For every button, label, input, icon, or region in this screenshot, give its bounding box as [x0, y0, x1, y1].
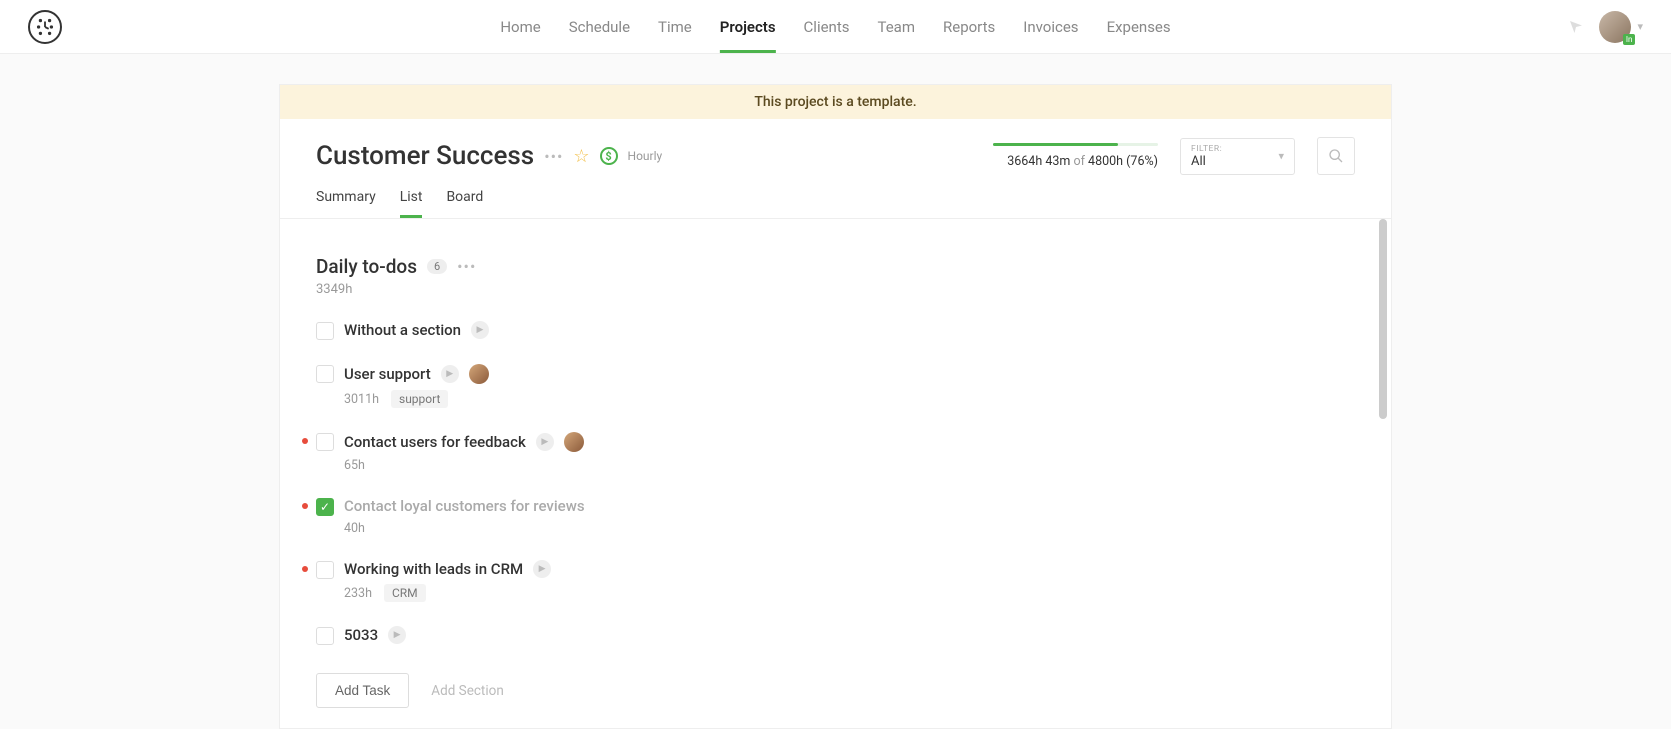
- top-nav: Home Schedule Time Projects Clients Team Repor…: [0, 0, 1671, 54]
- add-task-button[interactable]: Add Task: [316, 673, 409, 708]
- priority-dot-icon: [302, 438, 308, 444]
- view-tab-list[interactable]: List: [400, 189, 423, 218]
- search-button[interactable]: [1317, 137, 1355, 175]
- task-row[interactable]: ✓ Contact loyal customers for reviews 40h: [316, 491, 1355, 546]
- task-checkbox[interactable]: [316, 365, 334, 383]
- section-hours: 3349h: [316, 282, 1355, 297]
- task-row[interactable]: Working with leads in CRM ▶ 233h CRM: [316, 554, 1355, 612]
- avatar-status-badge: In: [1623, 34, 1636, 45]
- task-checkbox[interactable]: ✓: [316, 498, 334, 516]
- task-hours: 233h: [344, 586, 372, 601]
- project-header: Customer Success ••• ☆ $ Hourly 3664h 43…: [280, 119, 1391, 219]
- nav-item-invoices[interactable]: Invoices: [1023, 0, 1078, 53]
- section-title: Daily to-dos: [316, 255, 417, 278]
- filter-dropdown[interactable]: FILTER: All ▾: [1180, 138, 1295, 175]
- task-row[interactable]: 5033 ▶: [316, 620, 1355, 655]
- progress-block: 3664h 43m of 4800h (76%): [993, 143, 1158, 169]
- task-hours: 40h: [344, 521, 365, 536]
- project-title: Customer Success: [316, 141, 534, 171]
- nav-item-schedule[interactable]: Schedule: [569, 0, 630, 53]
- play-icon[interactable]: ▶: [471, 321, 489, 339]
- nav-item-time[interactable]: Time: [658, 0, 692, 53]
- nav-item-clients[interactable]: Clients: [804, 0, 850, 53]
- nav-item-expenses[interactable]: Expenses: [1107, 0, 1171, 53]
- task-hours: 65h: [344, 458, 365, 473]
- section-count-badge: 6: [427, 259, 447, 274]
- nav-item-home[interactable]: Home: [500, 0, 540, 53]
- priority-dot-icon: [302, 566, 308, 572]
- task-checkbox[interactable]: [316, 561, 334, 579]
- task-tag[interactable]: CRM: [384, 584, 426, 602]
- play-icon[interactable]: ▶: [533, 560, 551, 578]
- scrollbar[interactable]: [1379, 219, 1387, 419]
- user-avatar: In: [1599, 11, 1631, 43]
- assignee-avatar[interactable]: [469, 364, 489, 384]
- chevron-down-icon: ▾: [1278, 150, 1284, 163]
- progress-bar: [993, 143, 1158, 146]
- task-checkbox[interactable]: [316, 433, 334, 451]
- rate-type-label: Hourly: [628, 149, 663, 163]
- content-area: Daily to-dos 6 ••• 3349h Without a secti…: [280, 219, 1391, 728]
- progress-text: 3664h 43m of 4800h (76%): [993, 154, 1158, 169]
- play-icon[interactable]: ▶: [536, 433, 554, 451]
- rate-type-icon: $: [600, 147, 618, 165]
- view-tab-board[interactable]: Board: [446, 189, 483, 218]
- app-logo[interactable]: [28, 10, 62, 44]
- task-row[interactable]: User support ▶ 3011h support: [316, 358, 1355, 418]
- task-checkbox[interactable]: [316, 322, 334, 340]
- task-title: User support: [344, 365, 431, 383]
- task-title: Without a section: [344, 321, 461, 339]
- add-section-link[interactable]: Add Section: [431, 683, 503, 699]
- star-icon[interactable]: ☆: [573, 146, 589, 167]
- priority-dot-icon: [302, 503, 308, 509]
- section-header: Daily to-dos 6 •••: [316, 255, 1355, 278]
- project-panel: This project is a template. Customer Suc…: [279, 84, 1392, 729]
- filter-value: All: [1191, 154, 1266, 169]
- nav-item-team[interactable]: Team: [878, 0, 916, 53]
- search-icon: [1328, 148, 1344, 164]
- section-more-icon[interactable]: •••: [457, 257, 476, 276]
- assignee-avatar[interactable]: [564, 432, 584, 452]
- play-icon[interactable]: ▶: [441, 365, 459, 383]
- task-row[interactable]: Without a section ▶: [316, 315, 1355, 350]
- nav-item-projects[interactable]: Projects: [720, 0, 776, 53]
- task-hours: 3011h: [344, 392, 379, 407]
- notifications-icon[interactable]: [1567, 18, 1585, 36]
- chevron-down-icon: ▾: [1637, 20, 1643, 33]
- task-tag[interactable]: support: [391, 390, 448, 408]
- task-title: Contact loyal customers for reviews: [344, 497, 585, 515]
- task-title: 5033: [344, 626, 378, 644]
- task-title: Working with leads in CRM: [344, 560, 523, 578]
- task-row[interactable]: Contact users for feedback ▶ 65h: [316, 426, 1355, 483]
- template-banner: This project is a template.: [280, 85, 1391, 119]
- play-icon[interactable]: ▶: [388, 626, 406, 644]
- project-more-icon[interactable]: •••: [544, 147, 563, 166]
- task-checkbox[interactable]: [316, 627, 334, 645]
- view-tab-summary[interactable]: Summary: [316, 189, 376, 218]
- filter-label: FILTER:: [1191, 144, 1266, 154]
- task-title: Contact users for feedback: [344, 433, 526, 451]
- user-menu[interactable]: In ▾: [1599, 11, 1643, 43]
- nav-item-reports[interactable]: Reports: [943, 0, 995, 53]
